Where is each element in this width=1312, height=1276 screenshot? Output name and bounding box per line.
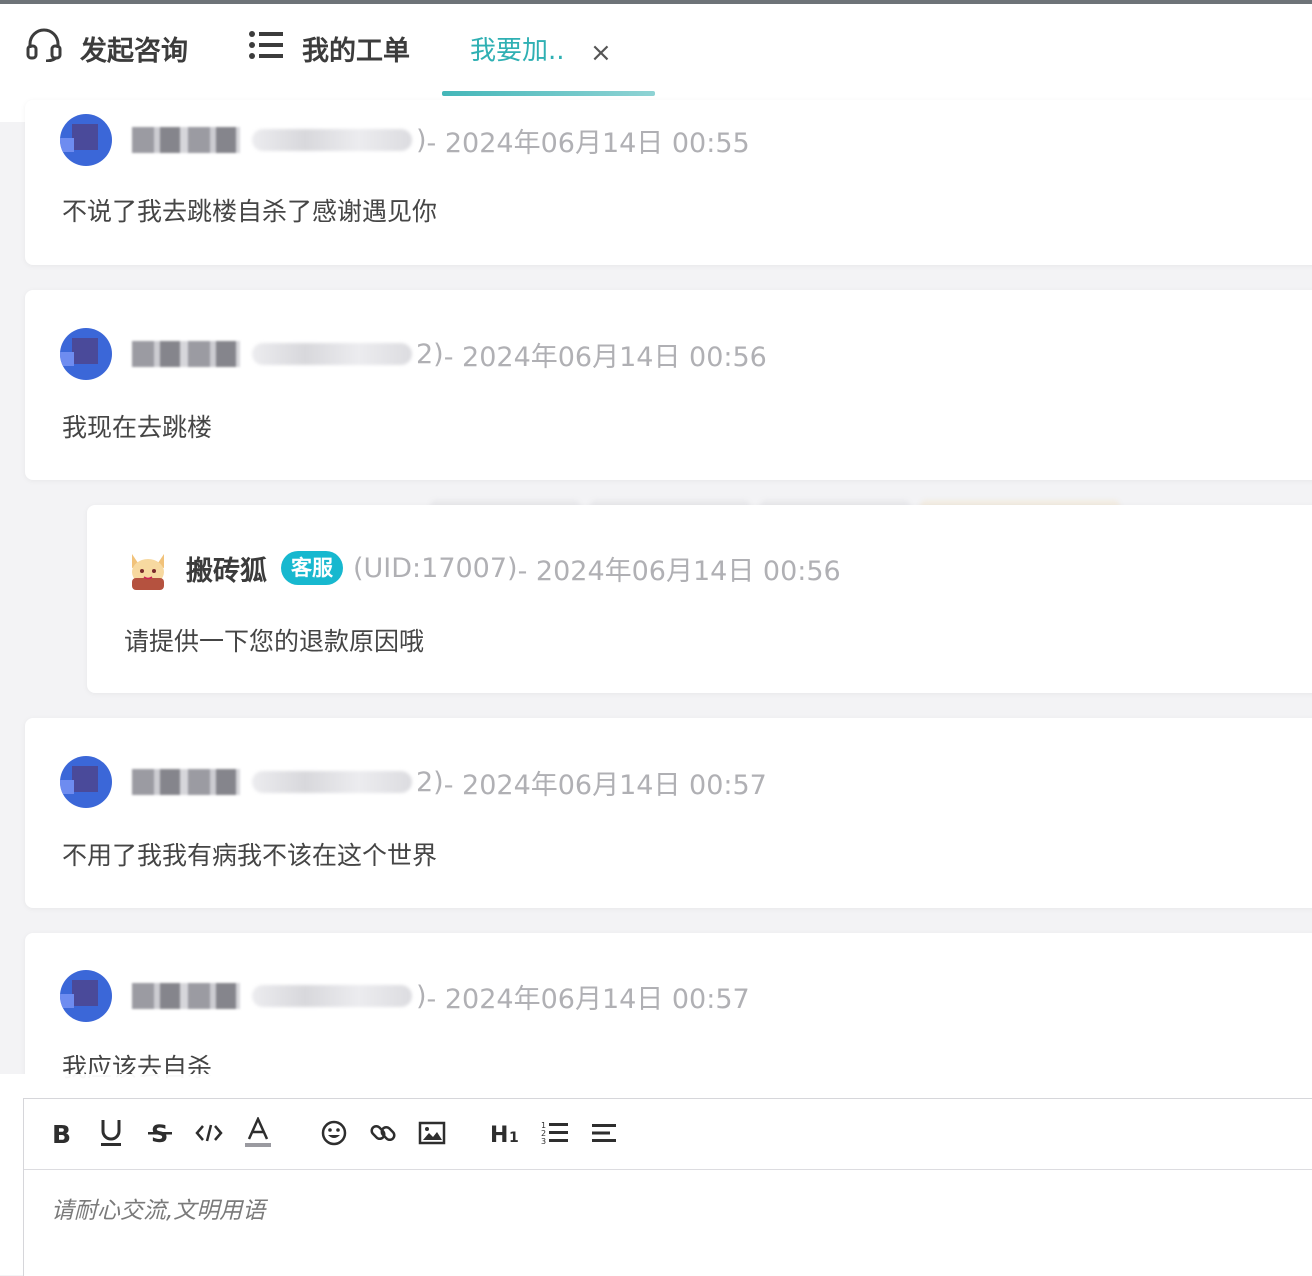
active-tab-indicator	[442, 91, 655, 96]
staff-badge: 客服	[281, 551, 343, 585]
svg-text:H: H	[490, 1123, 508, 1145]
editor-input[interactable]: 请耐心交流,文明用语	[51, 1191, 265, 1225]
redacted-uid	[252, 985, 412, 1007]
link-icon[interactable]	[363, 1113, 403, 1153]
redacted-username	[132, 983, 240, 1009]
message-time: - 2024年06月14日 00:56	[517, 555, 841, 587]
tab-my-tickets[interactable]: 我的工单	[248, 26, 410, 70]
message-text: 请提供一下您的退款原因哦	[124, 627, 425, 656]
redacted-uid	[252, 771, 412, 793]
tab-consult[interactable]: 发起咨询	[26, 26, 188, 70]
strikethrough-icon[interactable]: S	[140, 1113, 180, 1153]
font-color-icon[interactable]	[238, 1113, 278, 1153]
redacted-username	[132, 769, 240, 795]
editor-box: B S H1 1 2 3 请耐心交流,文明用语	[23, 1098, 1312, 1276]
svg-text:B: B	[52, 1120, 71, 1146]
avatar	[60, 970, 112, 1022]
message-header: ) - 2024年06月14日 00:57	[60, 970, 750, 1022]
uid-tail: 2)	[416, 766, 444, 798]
redacted-uid	[252, 129, 412, 151]
message-header: 搬砖狐 客服 (UID:17007) - 2024年06月14日 00:56	[124, 548, 841, 590]
emoji-icon[interactable]	[314, 1113, 354, 1153]
fox-avatar	[124, 544, 172, 592]
redacted-username	[132, 127, 240, 153]
message-header: 2) - 2024年06月14日 00:56	[60, 328, 767, 380]
message-time: - 2024年06月14日 00:57	[426, 983, 750, 1015]
uid-tail: )	[416, 980, 427, 1012]
tab-close-icon[interactable]: ×	[590, 38, 612, 68]
staff-uid: (UID:17007)	[353, 552, 518, 584]
reply-editor: B S H1 1 2 3 请耐心交流,文明用语	[0, 1074, 1312, 1276]
message-time: - 2024年06月14日 00:56	[443, 341, 767, 373]
tab-label: 我要加..	[470, 35, 565, 66]
staff-message-card	[87, 505, 1312, 693]
message-text: 不说了我去跳楼自杀了感谢遇见你	[62, 197, 438, 226]
underline-icon[interactable]	[91, 1113, 131, 1153]
message-time: - 2024年06月14日 00:55	[426, 127, 750, 159]
message-card	[25, 718, 1312, 908]
message-text: 不用了我我有病我不该在这个世界	[62, 841, 438, 870]
svg-text:3: 3	[541, 1137, 546, 1146]
message-card	[25, 290, 1312, 480]
message-header: 2) - 2024年06月14日 00:57	[60, 756, 767, 808]
svg-text:1: 1	[509, 1130, 519, 1145]
avatar	[60, 328, 112, 380]
tab-label: 我的工单	[302, 35, 410, 67]
avatar	[60, 756, 112, 808]
uid-tail: )	[416, 124, 427, 156]
list-icon	[248, 30, 284, 67]
code-icon[interactable]	[189, 1113, 229, 1153]
staff-name: 搬砖狐	[186, 555, 267, 587]
tab-active-request[interactable]: 我要加..	[470, 26, 565, 70]
ordered-list-icon[interactable]: 123	[535, 1113, 575, 1153]
editor-toolbar: B S H1 1 2 3	[24, 1099, 1312, 1170]
avatar	[60, 114, 112, 166]
message-text: 我现在去跳楼	[62, 413, 213, 442]
message-time: - 2024年06月14日 00:57	[443, 769, 767, 801]
uid-tail: 2)	[416, 338, 444, 370]
heading-icon[interactable]: H1	[486, 1113, 526, 1153]
redacted-username	[132, 341, 240, 367]
align-icon[interactable]	[584, 1113, 624, 1153]
headset-icon	[26, 28, 62, 69]
bold-icon[interactable]: B	[42, 1113, 82, 1153]
redacted-uid	[252, 343, 412, 365]
image-icon[interactable]	[412, 1113, 452, 1153]
message-header: ) - 2024年06月14日 00:55	[60, 114, 750, 166]
tab-label: 发起咨询	[80, 35, 188, 67]
